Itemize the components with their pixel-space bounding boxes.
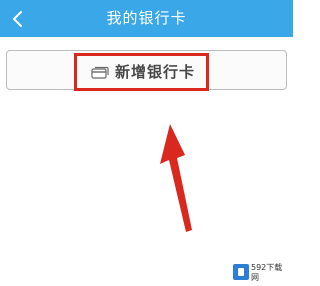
page-title: 我的银行卡 [106,9,187,27]
add-bank-card-label: 新增银行卡 [115,63,196,81]
main-content: 新增银行卡 [0,37,293,286]
card-icon [91,66,109,79]
logo-icon [233,264,249,280]
app-header: 我的银行卡 [0,0,293,37]
back-button[interactable] [0,0,34,37]
watermark-text: 592下载网 [251,263,283,282]
chevron-left-icon [13,11,22,27]
arrow-up-icon [160,124,192,232]
watermark: 592下载网 [233,263,289,282]
